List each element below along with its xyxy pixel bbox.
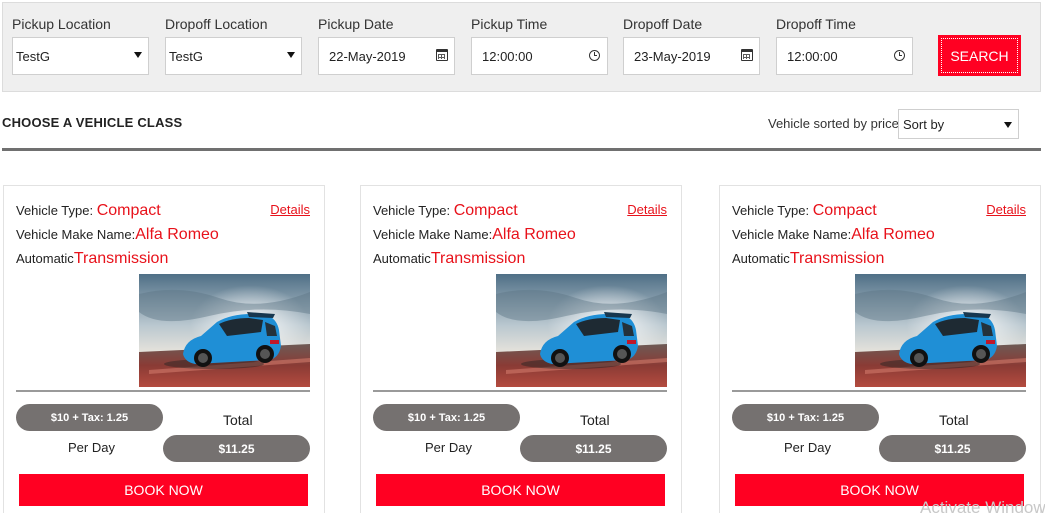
vehicle-image bbox=[139, 274, 310, 387]
vehicle-make-value: Alfa Romeo bbox=[492, 226, 576, 243]
vehicle-type-value: Compact bbox=[453, 202, 518, 219]
vehicle-make-label: Vehicle Make Name: bbox=[732, 227, 852, 242]
pickup-location-field: Pickup Location TestG bbox=[12, 15, 149, 75]
dropoff-time-label: Dropoff Time bbox=[776, 16, 856, 32]
pickup-date-field: Pickup Date 22-May-2019 bbox=[318, 15, 455, 75]
total-price-pill: $11.25 bbox=[879, 435, 1026, 462]
vehicle-make-label: Vehicle Make Name: bbox=[373, 227, 493, 242]
sort-select-value: Sort by bbox=[903, 116, 945, 132]
book-now-button[interactable]: BOOK NOW bbox=[19, 474, 308, 506]
dropoff-date-field: Dropoff Date 23-May-2019 bbox=[623, 15, 760, 75]
chevron-down-icon bbox=[134, 52, 142, 58]
vehicle-type-label: Vehicle Type: bbox=[732, 203, 813, 218]
sort-label: Vehicle sorted by price bbox=[768, 116, 899, 131]
price-breakdown-pill: $10 + Tax: 1.25 bbox=[373, 404, 520, 431]
pickup-location-value: TestG bbox=[16, 48, 50, 64]
card-divider bbox=[732, 390, 1026, 392]
pickup-location-label: Pickup Location bbox=[12, 16, 111, 32]
total-label: Total bbox=[580, 412, 610, 428]
total-label: Total bbox=[939, 412, 969, 428]
dropoff-location-value: TestG bbox=[169, 48, 203, 64]
vehicle-make-row: Vehicle Make Name:Alfa Romeo bbox=[373, 226, 576, 244]
dropoff-date-value: 23-May-2019 bbox=[634, 48, 711, 64]
per-day-label: Per Day bbox=[425, 440, 472, 455]
transmission-row: AutomaticTransmission bbox=[16, 250, 168, 268]
pickup-date-input[interactable]: 22-May-2019 bbox=[318, 37, 455, 75]
vehicle-card: Vehicle Type: Compact Details Vehicle Ma… bbox=[360, 185, 682, 513]
total-price-pill: $11.25 bbox=[520, 435, 667, 462]
vehicle-type-label: Vehicle Type: bbox=[16, 203, 97, 218]
transmission-value: Transmission bbox=[430, 250, 526, 267]
vehicle-image bbox=[496, 274, 667, 387]
calendar-icon[interactable] bbox=[436, 49, 448, 61]
transmission-label: Automatic bbox=[16, 251, 74, 266]
vehicle-make-value: Alfa Romeo bbox=[135, 226, 219, 243]
transmission-label: Automatic bbox=[373, 251, 431, 266]
transmission-value: Transmission bbox=[73, 250, 169, 267]
dropoff-date-input[interactable]: 23-May-2019 bbox=[623, 37, 760, 75]
clock-icon[interactable] bbox=[589, 50, 600, 61]
chevron-down-icon bbox=[287, 52, 295, 58]
vehicle-type-row: Vehicle Type: Compact bbox=[16, 202, 161, 220]
section-title: CHOOSE A VEHICLE CLASS bbox=[2, 115, 183, 130]
vehicle-type-value: Compact bbox=[96, 202, 161, 219]
vehicle-type-label: Vehicle Type: bbox=[373, 203, 454, 218]
dropoff-time-input[interactable]: 12:00:00 bbox=[776, 37, 913, 75]
vehicle-make-value: Alfa Romeo bbox=[851, 226, 935, 243]
vehicle-type-value: Compact bbox=[812, 202, 877, 219]
pickup-time-value: 12:00:00 bbox=[482, 48, 533, 64]
details-link[interactable]: Details bbox=[986, 202, 1026, 217]
dropoff-date-label: Dropoff Date bbox=[623, 16, 703, 32]
total-label: Total bbox=[223, 412, 253, 428]
card-divider bbox=[16, 390, 310, 392]
vehicle-make-row: Vehicle Make Name:Alfa Romeo bbox=[732, 226, 935, 244]
page: Pickup Location TestG Dropoff Location T… bbox=[0, 0, 1045, 513]
sort-select[interactable]: Sort by bbox=[898, 109, 1019, 139]
details-link[interactable]: Details bbox=[270, 202, 310, 217]
dropoff-time-field: Dropoff Time 12:00:00 bbox=[776, 15, 913, 75]
search-button[interactable]: SEARCH bbox=[938, 35, 1021, 76]
card-divider bbox=[373, 390, 667, 392]
dropoff-location-label: Dropoff Location bbox=[165, 16, 268, 32]
vehicle-type-row: Vehicle Type: Compact bbox=[732, 202, 877, 220]
clock-icon[interactable] bbox=[894, 50, 905, 61]
pickup-time-label: Pickup Time bbox=[471, 16, 548, 32]
pickup-time-input[interactable]: 12:00:00 bbox=[471, 37, 608, 75]
vehicle-card: Vehicle Type: Compact Details Vehicle Ma… bbox=[3, 185, 325, 513]
search-bar: Pickup Location TestG Dropoff Location T… bbox=[2, 2, 1041, 92]
price-breakdown-pill: $10 + Tax: 1.25 bbox=[16, 404, 163, 431]
os-watermark: Activate Windows bbox=[920, 498, 1045, 513]
chevron-down-icon bbox=[1004, 122, 1012, 128]
pickup-time-field: Pickup Time 12:00:00 bbox=[471, 15, 608, 75]
pickup-location-select[interactable]: TestG bbox=[12, 37, 149, 75]
price-breakdown-pill: $10 + Tax: 1.25 bbox=[732, 404, 879, 431]
transmission-row: AutomaticTransmission bbox=[373, 250, 525, 268]
book-now-button[interactable]: BOOK NOW bbox=[376, 474, 665, 506]
pickup-date-label: Pickup Date bbox=[318, 16, 394, 32]
dropoff-time-value: 12:00:00 bbox=[787, 48, 838, 64]
total-price-pill: $11.25 bbox=[163, 435, 310, 462]
per-day-label: Per Day bbox=[68, 440, 115, 455]
vehicle-make-row: Vehicle Make Name:Alfa Romeo bbox=[16, 226, 219, 244]
details-link[interactable]: Details bbox=[627, 202, 667, 217]
vehicle-card: Vehicle Type: Compact Details Vehicle Ma… bbox=[719, 185, 1041, 513]
vehicle-make-label: Vehicle Make Name: bbox=[16, 227, 136, 242]
transmission-row: AutomaticTransmission bbox=[732, 250, 884, 268]
dropoff-location-field: Dropoff Location TestG bbox=[165, 15, 302, 75]
pickup-date-value: 22-May-2019 bbox=[329, 48, 406, 64]
vehicle-image bbox=[855, 274, 1026, 387]
transmission-label: Automatic bbox=[732, 251, 790, 266]
vehicle-type-row: Vehicle Type: Compact bbox=[373, 202, 518, 220]
section-divider bbox=[2, 148, 1041, 151]
per-day-label: Per Day bbox=[784, 440, 831, 455]
dropoff-location-select[interactable]: TestG bbox=[165, 37, 302, 75]
calendar-icon[interactable] bbox=[741, 49, 753, 61]
transmission-value: Transmission bbox=[789, 250, 885, 267]
